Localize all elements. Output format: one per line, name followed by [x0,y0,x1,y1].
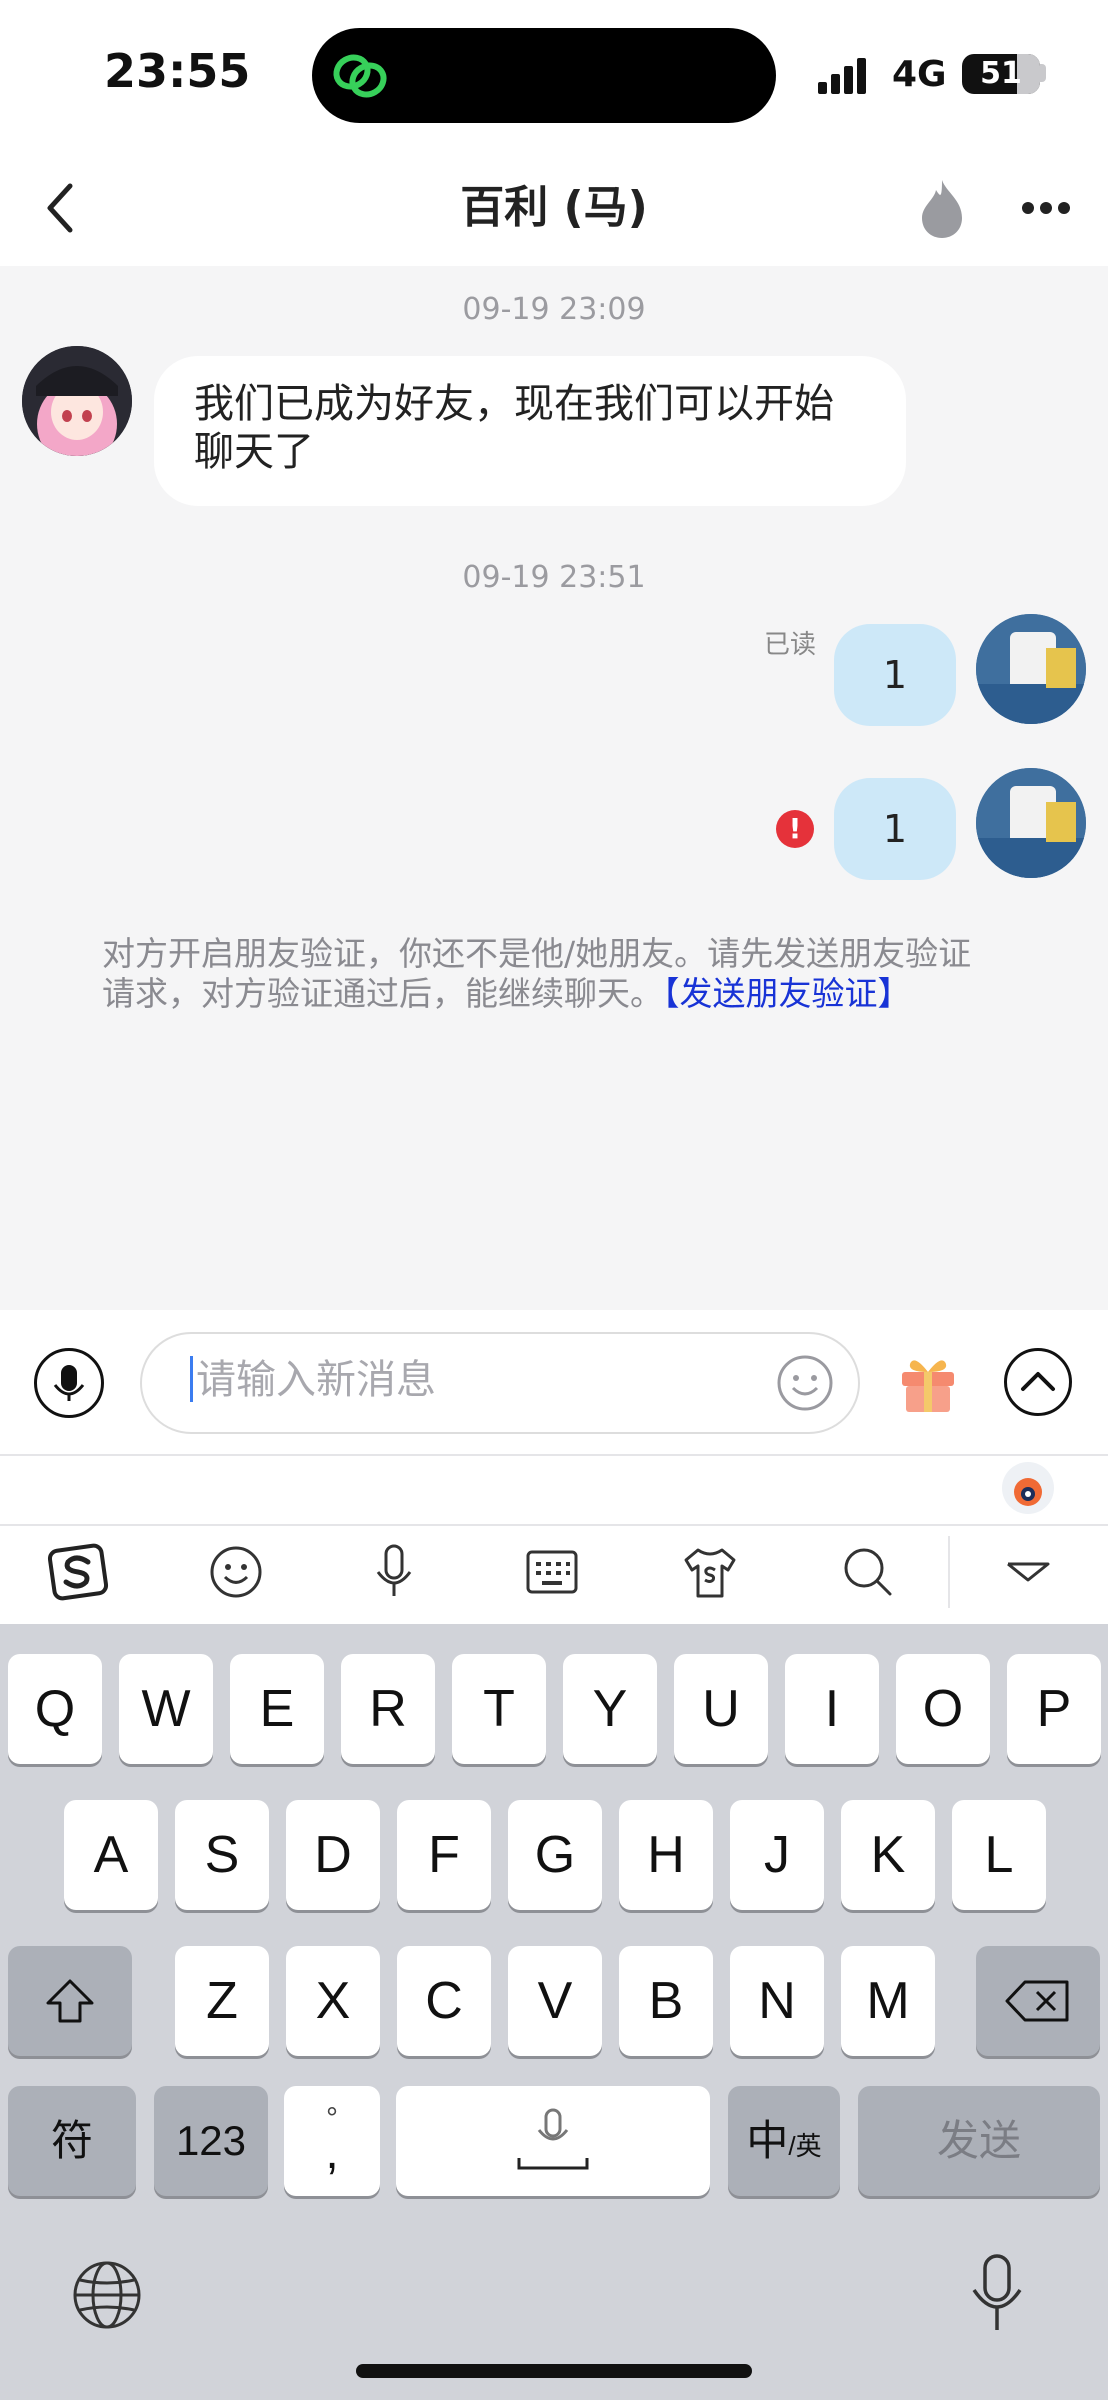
key-k[interactable]: K [841,1800,935,1910]
punctuation-bottom: , [325,2126,339,2179]
flame-icon[interactable] [916,178,968,240]
message-bubble-sent[interactable]: 1 [834,778,956,880]
emoji-panel-icon[interactable] [204,1540,268,1604]
key-j[interactable]: J [730,1800,824,1910]
backspace-key[interactable] [976,1946,1100,2056]
battery-level: 51 [980,56,1022,91]
voice-input-icon[interactable] [362,1540,426,1604]
text-caret [190,1356,193,1402]
shift-icon [46,1979,94,2023]
keyboard-icon[interactable] [520,1540,584,1604]
key-v[interactable]: V [508,1946,602,2056]
sogou-logo-icon[interactable] [46,1540,110,1604]
punctuation-key[interactable]: ° , [284,2086,380,2196]
skin-shirt-icon[interactable] [678,1540,742,1604]
message-bubble-sent[interactable]: 1 [834,624,956,726]
product-photo-avatar-icon [976,614,1086,724]
my-avatar[interactable] [976,768,1086,878]
emoji-icon[interactable] [776,1354,834,1412]
mascot-icon[interactable] [1002,1462,1054,1514]
fox-mascot-icon [1014,1478,1042,1506]
voice-button[interactable] [34,1348,104,1418]
key-d[interactable]: D [286,1800,380,1910]
key-b[interactable]: B [619,1946,713,2056]
send-key[interactable]: 发送 [858,2086,1100,2196]
key-z[interactable]: Z [175,1946,269,2056]
dictation-mic-icon[interactable] [970,2254,1024,2334]
search-icon[interactable] [836,1540,900,1604]
key-h[interactable]: H [619,1800,713,1910]
read-status: 已读 [764,630,817,660]
product-photo-avatar-icon [976,768,1086,878]
keyboard-suggestion-strip [0,1456,1108,1524]
key-n[interactable]: N [730,1946,824,2056]
signal-icon [818,58,866,94]
my-avatar[interactable] [976,614,1086,724]
key-u[interactable]: U [674,1654,768,1764]
anime-girl-avatar-icon [22,346,132,456]
message-input-placeholder: 请输入新消息 [196,1357,436,1403]
message-timestamp: 09-19 23:51 [462,560,646,595]
key-l[interactable]: L [952,1800,1046,1910]
shift-key[interactable] [8,1946,132,2056]
send-verification-link[interactable]: 【发送朋友验证】 [663,974,911,1013]
number-key[interactable]: 123 [154,2086,268,2196]
key-y[interactable]: Y [563,1654,657,1764]
key-m[interactable]: M [841,1946,935,2056]
expand-button[interactable] [1004,1348,1072,1416]
globe-icon[interactable] [70,2258,144,2332]
key-t[interactable]: T [452,1654,546,1764]
status-time: 23:55 [104,44,251,98]
symbol-key[interactable]: 符 [8,2086,136,2196]
battery-icon: 51 [962,54,1040,94]
key-a[interactable]: A [64,1800,158,1910]
microphone-icon [53,1365,85,1401]
contact-avatar[interactable] [22,346,132,456]
language-main: 中 [746,2117,789,2164]
key-r[interactable]: R [341,1654,435,1764]
key-w[interactable]: W [119,1654,213,1764]
gift-icon[interactable] [896,1350,960,1414]
hide-keyboard-icon[interactable] [996,1540,1060,1604]
message-bubble-received[interactable]: 我们已成为好友，现在我们可以开始聊天了 [154,356,906,506]
battery-tip [1040,64,1046,82]
send-failed-icon[interactable]: ! [776,810,814,848]
backspace-icon [1005,1980,1069,2022]
message-timestamp: 09-19 23:09 [462,292,646,327]
key-f[interactable]: F [397,1800,491,1910]
home-indicator[interactable] [356,2364,752,2378]
space-key[interactable] [396,2086,710,2196]
language-sub: /英 [788,2131,822,2161]
chevron-up-icon [1021,1372,1055,1391]
friend-verification-notice: 对方开启朋友验证，你还不是他/她朋友。请先发送朋友验证请求，对方验证通过后，能继… [102,934,1002,1014]
language-switch-key[interactable]: 中/英 [728,2086,840,2196]
key-p[interactable]: P [1007,1654,1101,1764]
key-s[interactable]: S [175,1800,269,1910]
key-o[interactable]: O [896,1654,990,1764]
key-g[interactable]: G [508,1800,602,1910]
key-q[interactable]: Q [8,1654,102,1764]
space-mic-icon [517,2108,589,2170]
network-label: 4G [892,54,947,95]
link-icon [333,54,387,98]
key-c[interactable]: C [397,1946,491,2056]
more-icon[interactable] [1020,196,1072,220]
key-x[interactable]: X [286,1946,380,2056]
toolbar-divider [948,1536,950,1608]
key-e[interactable]: E [230,1654,324,1764]
key-i[interactable]: I [785,1654,879,1764]
